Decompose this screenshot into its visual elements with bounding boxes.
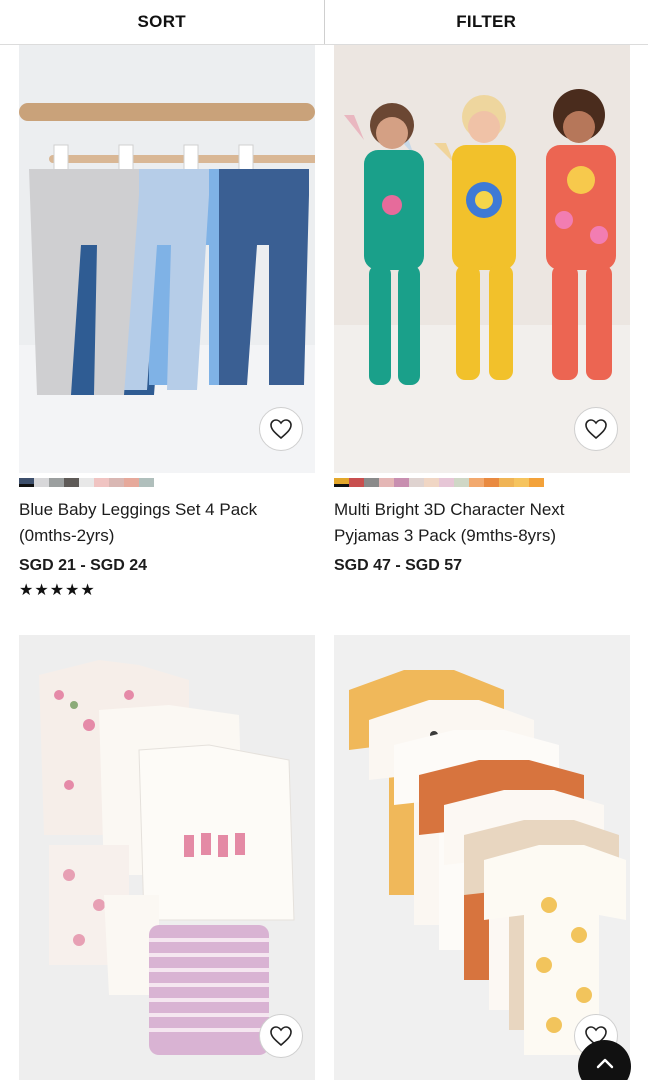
colour-swatch[interactable] xyxy=(394,478,409,487)
heart-outline-icon xyxy=(270,419,292,440)
colour-swatch[interactable] xyxy=(19,478,34,487)
star-icon: ★ xyxy=(34,582,49,599)
colour-swatch[interactable] xyxy=(139,478,154,487)
rating-stars: ★ ★ ★ ★ ★ xyxy=(19,583,315,599)
product-card[interactable]: Blue Baby Leggings Set 4 Pack (0mths-2yr… xyxy=(19,45,315,599)
colour-swatch[interactable] xyxy=(49,478,64,487)
colour-swatch[interactable] xyxy=(349,478,364,487)
colour-swatch[interactable] xyxy=(124,478,139,487)
product-image-bodysuits[interactable] xyxy=(334,635,630,1080)
colour-swatch[interactable] xyxy=(454,478,469,487)
colour-swatches xyxy=(19,478,315,487)
colour-swatch[interactable] xyxy=(64,478,79,487)
product-title[interactable]: Blue Baby Leggings Set 4 Pack (0mths-2yr… xyxy=(19,497,315,549)
colour-swatch[interactable] xyxy=(439,478,454,487)
colour-swatches xyxy=(334,478,630,487)
heart-outline-icon xyxy=(270,1026,292,1047)
sort-button[interactable]: SORT xyxy=(0,0,325,44)
colour-swatch[interactable] xyxy=(79,478,94,487)
product-image-leggings[interactable] xyxy=(19,45,315,473)
colour-swatch[interactable] xyxy=(529,478,544,487)
colour-swatch[interactable] xyxy=(499,478,514,487)
product-image-pyjamas[interactable] xyxy=(334,45,630,473)
product-card[interactable] xyxy=(19,635,315,1080)
favourite-button[interactable] xyxy=(259,407,303,451)
bodysuit-illustration xyxy=(334,635,630,1080)
product-price: SGD 21 - SGD 24 xyxy=(19,557,148,574)
colour-swatch[interactable] xyxy=(424,478,439,487)
colour-swatch[interactable] xyxy=(34,478,49,487)
colour-swatch[interactable] xyxy=(514,478,529,487)
colour-swatch[interactable] xyxy=(94,478,109,487)
colour-swatch[interactable] xyxy=(484,478,499,487)
product-image-floral-sets[interactable] xyxy=(19,635,315,1080)
favourite-button[interactable] xyxy=(574,407,618,451)
colour-swatch[interactable] xyxy=(109,478,124,487)
star-icon: ★ xyxy=(65,582,80,599)
favourite-button[interactable] xyxy=(259,1014,303,1058)
product-price: SGD 47 - SGD 57 xyxy=(334,557,463,574)
product-card[interactable] xyxy=(334,635,630,1080)
sort-filter-bar: SORT FILTER xyxy=(0,0,648,45)
chevron-up-icon xyxy=(596,1058,613,1069)
star-icon: ★ xyxy=(19,582,34,599)
heart-outline-icon xyxy=(585,419,607,440)
colour-swatch[interactable] xyxy=(469,478,484,487)
colour-swatch[interactable] xyxy=(364,478,379,487)
filter-button[interactable]: FILTER xyxy=(325,0,648,44)
star-icon: ★ xyxy=(80,582,95,599)
colour-swatch[interactable] xyxy=(379,478,394,487)
floral-set-illustration xyxy=(19,635,315,1080)
star-icon: ★ xyxy=(49,582,65,599)
colour-swatch[interactable] xyxy=(409,478,424,487)
product-card[interactable]: Multi Bright 3D Character Next Pyjamas 3… xyxy=(334,45,630,575)
colour-swatch[interactable] xyxy=(334,478,349,487)
product-title[interactable]: Multi Bright 3D Character Next Pyjamas 3… xyxy=(334,497,630,549)
